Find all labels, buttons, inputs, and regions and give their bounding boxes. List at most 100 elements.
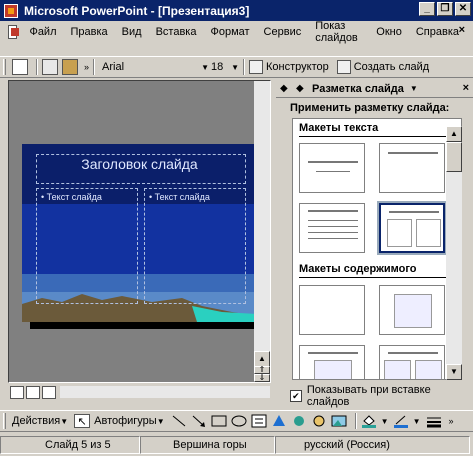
toolbar-grip[interactable] <box>3 59 6 75</box>
layout-content-placeholder <box>314 360 352 379</box>
layout-title-two-content[interactable] <box>379 345 445 379</box>
task-pane-close-icon[interactable]: × <box>463 82 469 94</box>
slide-sorter-view-icon[interactable] <box>26 385 40 399</box>
scroll-thumb[interactable] <box>446 142 462 172</box>
show-on-insert-label: Показывать при вставке слайдов <box>306 384 431 408</box>
menu-format[interactable]: Формат <box>210 26 249 38</box>
diagram-icon[interactable] <box>291 414 307 428</box>
arrow-icon-graphic <box>192 415 205 427</box>
menu-tools[interactable]: Сервис <box>264 26 302 38</box>
layout-column <box>416 219 441 247</box>
layout-title-line <box>308 161 358 163</box>
chevron-down-icon: ▼ <box>156 416 165 426</box>
text-placeholder-left[interactable]: • Текст слайда <box>36 188 138 304</box>
menu-edit[interactable]: Правка <box>71 26 108 38</box>
chevron-down-icon[interactable]: ▼ <box>381 417 389 426</box>
layout-content[interactable] <box>379 285 445 335</box>
text-placeholder-right[interactable]: • Текст слайда <box>144 188 246 304</box>
task-pane-title: Разметка слайда <box>312 82 404 95</box>
close-button[interactable]: ✕ <box>455 2 471 16</box>
task-pane-header: ◆ ◆ Разметка слайда ▼ × <box>276 80 473 98</box>
normal-view-icon[interactable] <box>10 385 24 399</box>
status-bar: Слайд 5 из 5 Вершина горы русский (Росси… <box>0 434 473 456</box>
slide-title[interactable]: Заголовок слайда <box>22 156 257 172</box>
drawing-toolbar: Действия ▼ ↖ Автофигуры ▼ ▼ ▼ » <box>0 410 473 432</box>
back-arrow-icon[interactable]: ◆ <box>280 83 292 94</box>
layout-title-only[interactable] <box>379 143 445 193</box>
line-style-icon[interactable] <box>426 414 442 428</box>
chevron-down-icon[interactable]: ▼ <box>410 84 418 93</box>
textbox-icon-graphic <box>251 414 267 428</box>
menu-help[interactable]: Справка <box>416 26 459 38</box>
clipart-icon[interactable] <box>311 414 327 428</box>
status-slide-number: Слайд 5 из 5 <box>0 436 140 454</box>
slide-canvas[interactable]: Заголовок слайда • Текст слайда • Текст … <box>22 144 257 322</box>
status-design-label: Вершина горы <box>173 439 247 451</box>
menu-slideshow[interactable]: Показ слайдов <box>315 20 362 44</box>
line-icon[interactable] <box>171 414 187 428</box>
layout-title-line <box>388 152 438 154</box>
select-pointer-icon[interactable]: ↖ <box>74 414 91 428</box>
menu-insert[interactable]: Вставка <box>156 26 197 38</box>
layout-title-line <box>308 210 358 212</box>
toolbar-grip[interactable] <box>3 413 6 429</box>
powerpoint-icon[interactable] <box>4 3 18 18</box>
menu-bar: Файл Правка Вид Вставка Формат Сервис По… <box>0 20 473 44</box>
new-slide-label: Создать слайд <box>353 61 430 73</box>
toolbar-separator <box>354 413 357 429</box>
layout-title-line <box>308 352 358 354</box>
toolbar-separator <box>243 59 246 75</box>
document-icon[interactable] <box>8 24 20 39</box>
slide-editing-area[interactable]: Заголовок слайда • Текст слайда • Текст … <box>8 80 271 383</box>
layout-title-slide[interactable] <box>299 143 365 193</box>
layout-title-text[interactable] <box>299 203 365 253</box>
layout-title-content[interactable] <box>299 345 365 379</box>
document-close-button[interactable]: × <box>459 24 465 36</box>
toolbar-options-icon[interactable]: » <box>448 416 453 426</box>
designer-button[interactable]: Конструктор <box>249 60 329 74</box>
paste-icon[interactable] <box>62 59 78 75</box>
layout-bullet-line <box>308 220 358 221</box>
next-slide-icon[interactable]: ⇓ <box>254 374 270 382</box>
show-on-insert-option[interactable]: ✔ Показывать при вставке слайдов <box>290 384 473 408</box>
fill-color-icon[interactable] <box>361 414 377 428</box>
layout-content-placeholder <box>394 294 432 328</box>
toolbar-separator <box>36 59 38 75</box>
line-color-icon[interactable] <box>393 414 409 428</box>
oval-icon[interactable] <box>231 414 247 428</box>
layout-blank[interactable] <box>299 285 365 335</box>
forward-arrow-icon[interactable]: ◆ <box>296 83 308 94</box>
scroll-up-icon[interactable]: ▲ <box>446 126 462 142</box>
minimize-button[interactable]: _ <box>419 2 435 16</box>
arrow-icon[interactable] <box>191 414 207 428</box>
slide-horizontal-scrollbar[interactable] <box>60 386 270 398</box>
rectangle-icon[interactable] <box>211 414 227 428</box>
menu-view[interactable]: Вид <box>122 26 142 38</box>
show-on-insert-checkbox[interactable]: ✔ <box>290 390 302 402</box>
menu-file[interactable]: Файл <box>29 26 56 38</box>
copy-icon[interactable] <box>42 59 58 75</box>
slideshow-view-icon[interactable] <box>42 385 56 399</box>
layout-title-two-columns[interactable] <box>377 201 447 255</box>
layout-gallery[interactable]: Макеты текста Макеты содержимого <box>292 118 462 380</box>
font-size-select[interactable]: 18 ▼ <box>211 59 239 76</box>
text-placeholder-right-label: • Текст слайда <box>149 192 210 202</box>
chevron-down-icon: ▼ <box>231 62 240 72</box>
textbox-icon[interactable] <box>251 414 267 428</box>
toolbar-options-icon[interactable]: » <box>84 62 89 72</box>
chevron-down-icon[interactable]: ▼ <box>413 417 421 426</box>
slide-vertical-scrollbar[interactable]: ▲ ⇑ ⇓ <box>254 81 270 382</box>
restore-button[interactable]: ❐ <box>437 2 453 16</box>
menu-window[interactable]: Окно <box>376 26 402 38</box>
actions-menu[interactable]: Действия ▼ <box>12 415 68 427</box>
scroll-down-icon[interactable]: ▼ <box>446 364 462 380</box>
font-name-select[interactable]: Arial ▼ <box>99 59 209 76</box>
picture-icon[interactable] <box>331 414 347 428</box>
new-slide-button[interactable]: Создать слайд <box>336 60 430 74</box>
new-document-icon[interactable] <box>12 59 28 75</box>
autoshapes-menu[interactable]: Автофигуры ▼ <box>94 415 165 427</box>
layout-column <box>387 219 412 247</box>
status-language-label: русский (Россия) <box>304 439 390 451</box>
task-pane-scrollbar[interactable]: ▲ ▼ <box>446 126 462 380</box>
wordart-icon[interactable] <box>271 414 287 428</box>
